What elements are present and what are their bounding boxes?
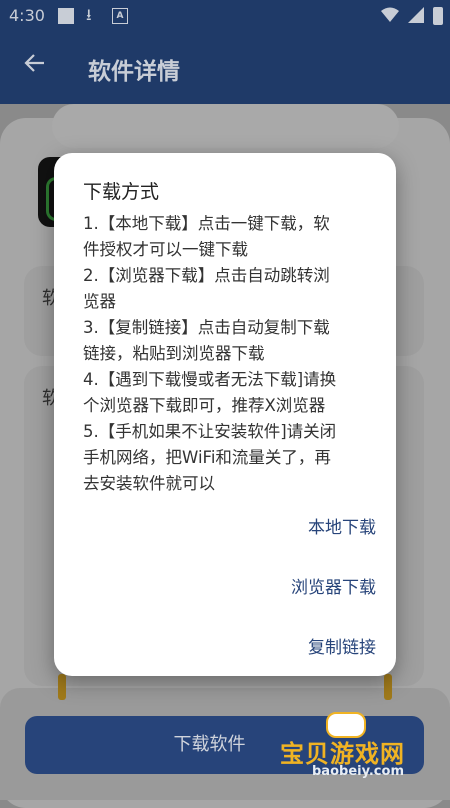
dialog-line: 手机网络，把WiFi和流量关了，再 [83,448,331,467]
app-bar: 软件详情 [0,32,450,104]
watermark: 宝贝游戏网 baobeiy.com [276,712,424,792]
dialog-title: 下载方式 [83,181,160,203]
dialog-line: 2.【浏览器下载】点击自动跳转浏 [83,266,330,285]
download-method-dialog: 下载方式 1.【本地下载】点击一键下载，软 件授权才可以一键下载 2.【浏览器下… [54,153,396,676]
download-software-label: 下载软件 [173,734,246,755]
local-download-button[interactable]: 本地下载 [308,513,376,538]
dialog-line: 个浏览器下载即可，推荐X浏览器 [83,396,326,415]
decor-right [384,674,392,700]
top-card [52,104,399,148]
square-notification-icon [58,8,74,24]
page-title: 软件详情 [88,59,180,85]
dialog-line: 5.【手机如果不让安装软件]请关闭 [83,422,337,441]
dialog-message: 1.【本地下载】点击一键下载，软 件授权才可以一键下载 2.【浏览器下载】点击自… [83,211,383,497]
decor-left [58,674,66,700]
status-bar: 4:30 ⭳ A [0,0,450,32]
a-box-icon: A [112,8,128,24]
dialog-line: 览器 [83,292,116,311]
dialog-line: 3.【复制链接】点击自动复制下载 [83,318,330,337]
signal-icon [408,7,424,27]
dialog-line: 去安装软件就可以 [83,474,215,493]
status-time: 4:30 [9,6,45,25]
arrow-left-icon[interactable] [22,50,48,83]
wifi-icon [381,7,399,27]
dialog-line: 件授权才可以一键下载 [83,240,248,259]
watermark-url: baobeiy.com [312,764,404,779]
browser-download-button[interactable]: 浏览器下载 [291,573,376,598]
download-icon: ⭳ [86,5,92,24]
dialog-line: 1.【本地下载】点击一键下载，软 [83,214,330,233]
dialog-line: 4.【遇到下载慢或者无法下载]请换 [83,370,337,389]
battery-icon [433,7,443,25]
copy-link-button[interactable]: 复制链接 [308,633,376,658]
dialog-line: 链接，粘贴到浏览器下载 [83,344,265,363]
